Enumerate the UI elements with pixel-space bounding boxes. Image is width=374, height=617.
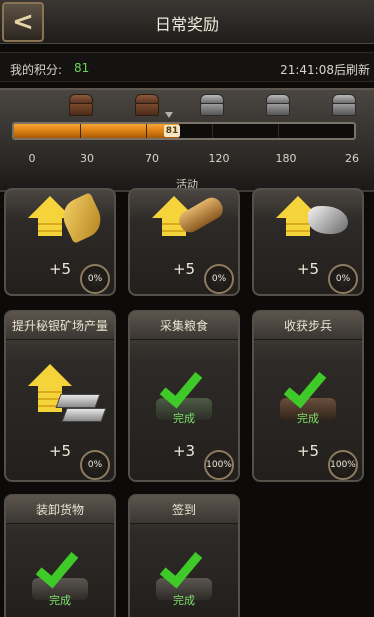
task-card-gather-food[interactable]: 采集粮食 完成 +3 100% <box>128 310 240 482</box>
points-progress-bar: 81 <box>12 122 356 140</box>
milestone-label: 26 <box>345 152 359 165</box>
milestone-label: 30 <box>80 152 94 165</box>
silver-chest-icon[interactable] <box>200 94 224 116</box>
progress-badge: 81 <box>164 125 180 137</box>
points-label: 我的积分: <box>10 63 63 77</box>
task-card-load-cargo[interactable]: 装卸货物 完成 <box>4 494 116 617</box>
task-progress-badge: 100% <box>204 450 234 480</box>
task-card[interactable]: +5 0% <box>128 188 240 296</box>
page-title: 日常奖励 <box>154 15 219 34</box>
task-card[interactable]: +5 0% <box>252 188 364 296</box>
task-progress-badge: 0% <box>80 450 110 480</box>
top-bar: < 日常奖励 <box>0 0 374 44</box>
bronze-chest-icon[interactable] <box>69 94 93 116</box>
task-done-label: 完成 <box>173 594 195 607</box>
task-done-label: 完成 <box>49 594 71 607</box>
task-card-sign-in[interactable]: 签到 完成 <box>128 494 240 617</box>
ore-icon <box>268 196 348 258</box>
task-title: 收获步兵 <box>254 312 362 340</box>
task-progress-badge: 0% <box>204 264 234 294</box>
milestone-label: 70 <box>145 152 159 165</box>
progress-panel: 81 0 30 70 120 180 26 活动 <box>0 88 374 192</box>
task-done-label: 完成 <box>173 412 195 425</box>
silver-chest-icon[interactable] <box>332 94 356 116</box>
silver-chest-icon[interactable] <box>266 94 290 116</box>
milestone-label: 120 <box>208 152 230 165</box>
task-title: 采集粮食 <box>130 312 238 340</box>
bronze-chest-icon[interactable] <box>135 94 159 116</box>
points-value: 81 <box>74 61 90 75</box>
task-card[interactable]: +5 0% <box>4 188 116 296</box>
task-title: 签到 <box>130 496 238 524</box>
refresh-timer: 21:41:08后刷新 <box>280 63 370 77</box>
milestone-label: 180 <box>275 152 297 165</box>
wood-log-icon <box>144 193 227 258</box>
task-progress-badge: 100% <box>328 450 358 480</box>
task-progress-badge: 0% <box>328 264 358 294</box>
current-position-marker <box>165 112 173 118</box>
task-progress-badge: 0% <box>80 264 110 294</box>
task-card-harvest-infantry[interactable]: 收获步兵 完成 +5 100% <box>252 310 364 482</box>
upgrade-silver-icon <box>20 364 107 426</box>
milestone-label: 0 <box>28 152 36 165</box>
task-title: 装卸货物 <box>6 496 114 524</box>
points-row: 我的积分: 81 21:41:08后刷新 <box>0 52 374 82</box>
task-card-upgrade-silver-mine[interactable]: 提升秘银矿场产量 +5 0% <box>4 310 116 482</box>
task-title: 提升秘银矿场产量 <box>6 312 114 340</box>
feather-icon <box>20 192 107 258</box>
task-done-label: 完成 <box>297 412 319 425</box>
progress-fill <box>14 124 179 138</box>
